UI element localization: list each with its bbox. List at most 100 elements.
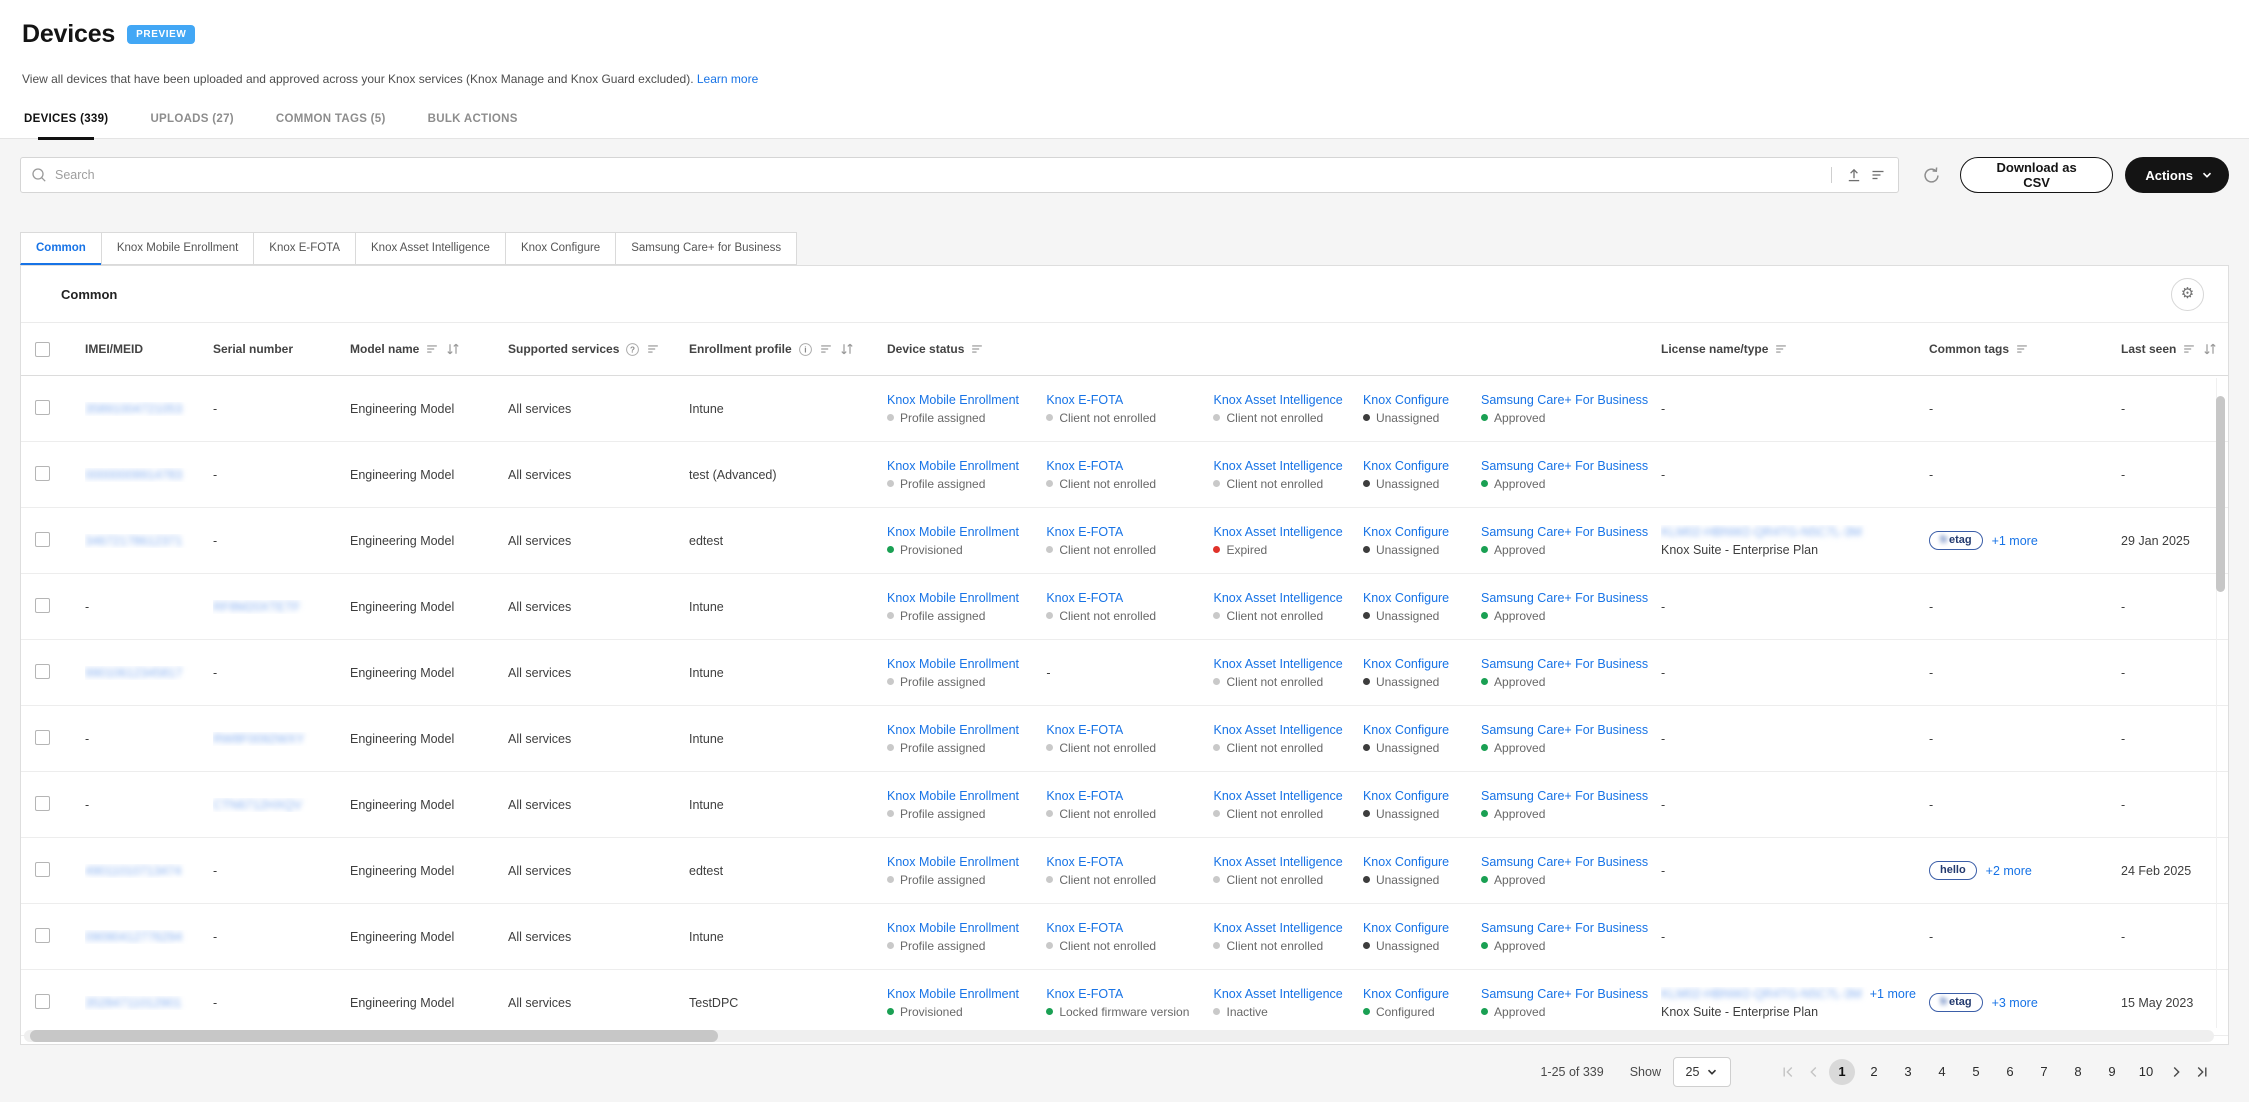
main-tab-devices-339[interactable]: DEVICES (339) <box>22 107 110 138</box>
info-icon[interactable]: i <box>798 342 813 357</box>
service-status-link[interactable]: Knox Configure <box>1363 591 1473 605</box>
horizontal-scrollbar-track[interactable] <box>24 1030 2214 1042</box>
page-number-1[interactable]: 1 <box>1829 1059 1855 1085</box>
sort-icon[interactable] <box>445 342 461 356</box>
service-status-link[interactable]: Knox Asset Intelligence <box>1213 393 1354 407</box>
filter-icon[interactable] <box>646 342 660 356</box>
row-checkbox[interactable] <box>35 796 50 811</box>
service-status-link[interactable]: Knox Mobile Enrollment <box>887 525 1038 539</box>
service-status-link[interactable]: Knox Mobile Enrollment <box>887 987 1038 1001</box>
service-status-link[interactable]: Knox Configure <box>1363 525 1473 539</box>
service-status-link[interactable]: Knox Asset Intelligence <box>1213 921 1354 935</box>
page-number-5[interactable]: 5 <box>1961 1059 1991 1085</box>
service-status-link[interactable]: Knox E-FOTA <box>1046 393 1205 407</box>
refresh-icon[interactable] <box>1921 165 1942 186</box>
service-status-link[interactable]: Knox Asset Intelligence <box>1213 459 1354 473</box>
upload-icon[interactable] <box>1846 167 1862 183</box>
filter-icon[interactable] <box>425 342 439 356</box>
actions-button[interactable]: Actions <box>2125 157 2229 193</box>
service-status-link[interactable]: Knox Mobile Enrollment <box>887 591 1038 605</box>
service-status-link[interactable]: Knox Configure <box>1363 723 1473 737</box>
service-status-link[interactable]: Knox Asset Intelligence <box>1213 591 1354 605</box>
service-status-link[interactable]: Knox Configure <box>1363 855 1473 869</box>
service-status-link[interactable]: Knox E-FOTA <box>1046 789 1205 803</box>
last-page-icon[interactable] <box>2189 1065 2215 1079</box>
service-status-link[interactable]: Knox Mobile Enrollment <box>887 921 1038 935</box>
first-page-icon[interactable] <box>1775 1065 1801 1079</box>
page-size-select[interactable]: 25 <box>1673 1057 1731 1087</box>
page-number-9[interactable]: 9 <box>2097 1059 2127 1085</box>
service-status-link[interactable]: Samsung Care+ For Business <box>1481 723 1643 737</box>
service-status-link[interactable]: Samsung Care+ For Business <box>1481 855 1643 869</box>
filter-icon[interactable] <box>970 342 984 356</box>
filter-icon[interactable] <box>2182 342 2196 356</box>
search-input[interactable] <box>55 168 1817 182</box>
page-number-8[interactable]: 8 <box>2063 1059 2093 1085</box>
horizontal-scrollbar-thumb[interactable] <box>30 1030 718 1042</box>
service-status-link[interactable]: Samsung Care+ For Business <box>1481 459 1643 473</box>
service-status-link[interactable]: Knox Configure <box>1363 459 1473 473</box>
service-status-link[interactable]: Knox E-FOTA <box>1046 987 1205 1001</box>
service-status-link[interactable]: Samsung Care+ For Business <box>1481 591 1643 605</box>
row-checkbox[interactable] <box>35 466 50 481</box>
service-status-link[interactable]: Knox Mobile Enrollment <box>887 393 1038 407</box>
service-status-link[interactable]: Knox E-FOTA <box>1046 525 1205 539</box>
row-checkbox[interactable] <box>35 862 50 877</box>
service-status-link[interactable]: Knox Mobile Enrollment <box>887 723 1038 737</box>
service-status-link[interactable]: Knox Mobile Enrollment <box>887 459 1038 473</box>
table-settings-button[interactable]: ⚙ <box>2171 278 2204 311</box>
service-tab-samsung-care-for-business[interactable]: Samsung Care+ for Business <box>615 232 797 265</box>
row-checkbox[interactable] <box>35 730 50 745</box>
service-status-link[interactable]: Samsung Care+ For Business <box>1481 393 1643 407</box>
download-csv-button[interactable]: Download as CSV <box>1960 157 2113 193</box>
filter-icon[interactable] <box>1870 167 1886 183</box>
service-status-link[interactable]: Knox Asset Intelligence <box>1213 789 1354 803</box>
filter-icon[interactable] <box>1774 342 1788 356</box>
service-tab-knox-configure[interactable]: Knox Configure <box>505 232 616 265</box>
service-status-link[interactable]: Knox Configure <box>1363 921 1473 935</box>
page-number-6[interactable]: 6 <box>1995 1059 2025 1085</box>
service-status-link[interactable]: Samsung Care+ For Business <box>1481 921 1643 935</box>
select-all-checkbox[interactable] <box>35 342 50 357</box>
vertical-scrollbar-thumb[interactable] <box>2216 396 2225 592</box>
service-status-link[interactable]: Knox Configure <box>1363 789 1473 803</box>
service-status-link[interactable]: Knox Configure <box>1363 987 1473 1001</box>
service-tab-common[interactable]: Common <box>20 232 102 265</box>
page-number-2[interactable]: 2 <box>1859 1059 1889 1085</box>
service-status-link[interactable]: Knox Mobile Enrollment <box>887 657 1038 671</box>
filter-icon[interactable] <box>819 342 833 356</box>
tag-pill[interactable]: hello <box>1929 861 1977 880</box>
tag-pill[interactable]: fretag <box>1929 993 1983 1012</box>
page-number-7[interactable]: 7 <box>2029 1059 2059 1085</box>
service-status-link[interactable]: Knox Configure <box>1363 657 1473 671</box>
row-checkbox[interactable] <box>35 532 50 547</box>
service-status-link[interactable]: Knox Asset Intelligence <box>1213 525 1354 539</box>
main-tab-common-tags-5[interactable]: COMMON TAGS (5) <box>274 107 388 138</box>
service-tab-knox-asset-intelligence[interactable]: Knox Asset Intelligence <box>355 232 506 265</box>
tags-more-link[interactable]: +1 more <box>1992 534 2038 548</box>
prev-page-icon[interactable] <box>1801 1065 1827 1079</box>
service-status-link[interactable]: Knox Asset Intelligence <box>1213 855 1354 869</box>
service-status-link[interactable]: Knox E-FOTA <box>1046 591 1205 605</box>
sort-icon[interactable] <box>2202 342 2218 356</box>
service-tab-knox-e-fota[interactable]: Knox E-FOTA <box>253 232 356 265</box>
row-checkbox[interactable] <box>35 400 50 415</box>
service-status-link[interactable]: Knox E-FOTA <box>1046 855 1205 869</box>
tags-more-link[interactable]: +2 more <box>1986 864 2032 878</box>
vertical-scrollbar-track[interactable] <box>2216 378 2226 1028</box>
service-status-link[interactable]: Knox E-FOTA <box>1046 921 1205 935</box>
service-status-link[interactable]: Samsung Care+ For Business <box>1481 789 1643 803</box>
main-tab-uploads-27[interactable]: UPLOADS (27) <box>148 107 235 138</box>
page-number-3[interactable]: 3 <box>1893 1059 1923 1085</box>
next-page-icon[interactable] <box>2163 1065 2189 1079</box>
row-checkbox[interactable] <box>35 928 50 943</box>
service-status-link[interactable]: Samsung Care+ For Business <box>1481 525 1643 539</box>
service-status-link[interactable]: Samsung Care+ For Business <box>1481 987 1643 1001</box>
service-status-link[interactable]: Samsung Care+ For Business <box>1481 657 1643 671</box>
service-status-link[interactable]: Knox E-FOTA <box>1046 723 1205 737</box>
row-checkbox[interactable] <box>35 664 50 679</box>
page-number-4[interactable]: 4 <box>1927 1059 1957 1085</box>
service-status-link[interactable]: Knox Configure <box>1363 393 1473 407</box>
tag-pill[interactable]: fretag <box>1929 531 1983 550</box>
sort-icon[interactable] <box>839 342 855 356</box>
